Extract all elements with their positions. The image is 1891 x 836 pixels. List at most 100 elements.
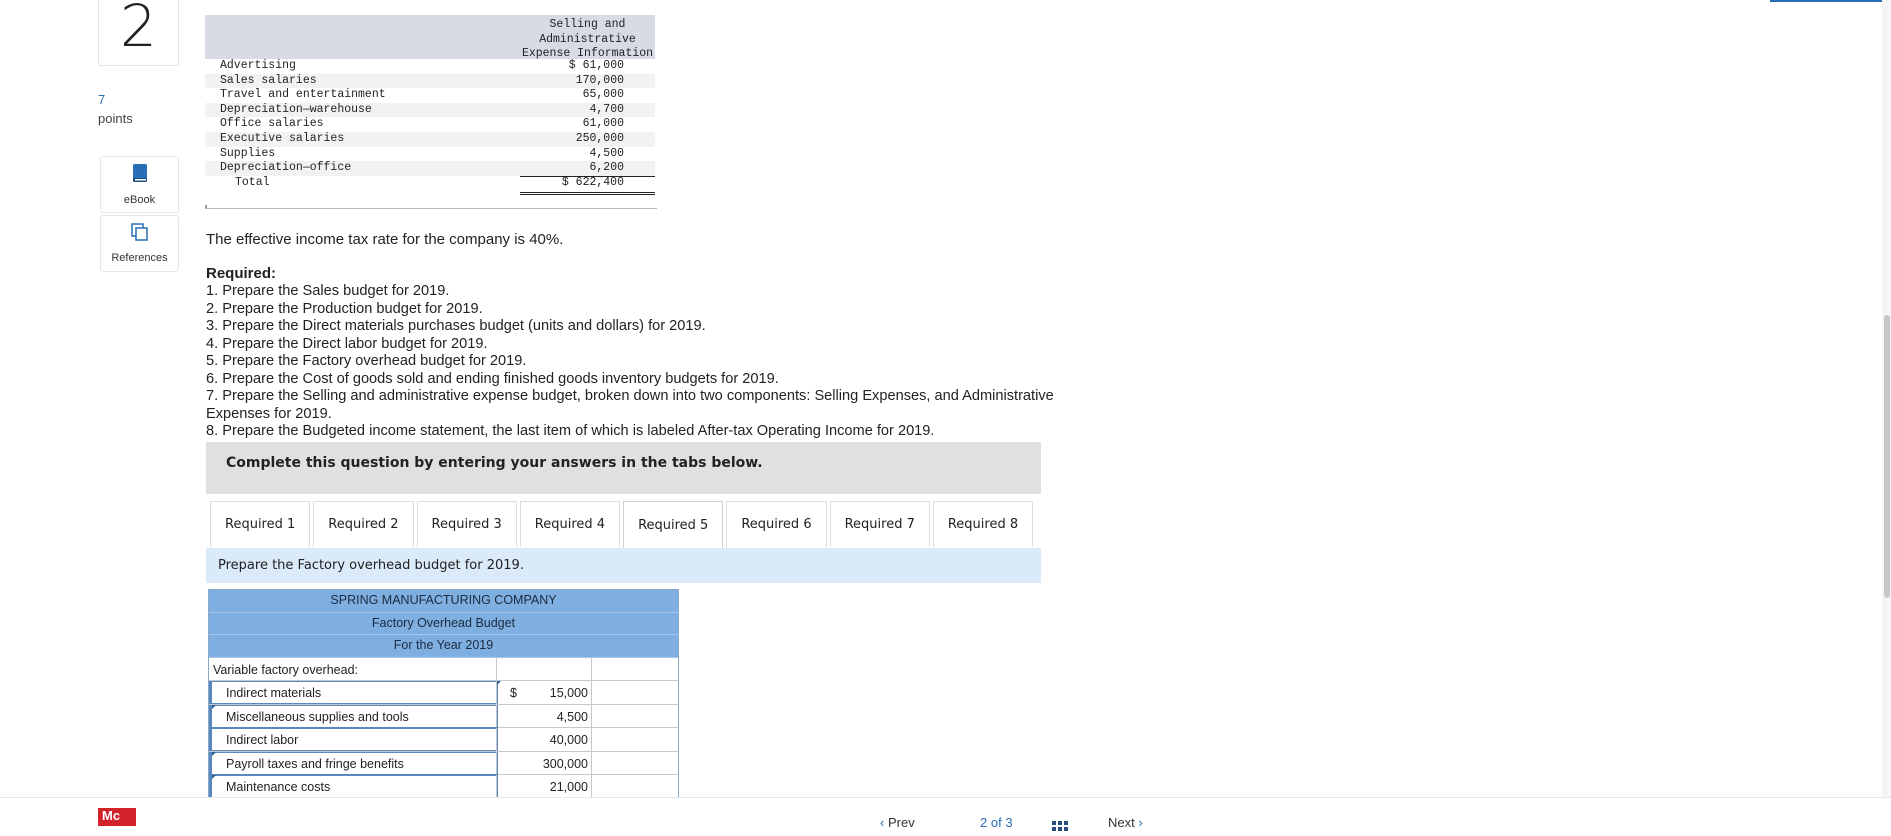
sa-expense-table: Selling and Administrative Expense Infor… bbox=[205, 15, 655, 195]
points-label: points bbox=[98, 111, 133, 126]
prev-button[interactable]: ‹ Prev bbox=[880, 815, 915, 830]
section-row: Variable factory overhead: bbox=[209, 657, 678, 681]
top-progress-line bbox=[1770, 0, 1885, 2]
table-row: Travel and entertainment 65,000 bbox=[205, 88, 655, 103]
item-value: 21,000 bbox=[549, 780, 588, 794]
ebook-label: eBook bbox=[123, 194, 156, 206]
sa-row-label: Supplies bbox=[220, 146, 276, 160]
references-label: References bbox=[111, 252, 168, 264]
instructions-text: Complete this question by entering your … bbox=[226, 455, 763, 471]
item-label: Indirect labor bbox=[226, 733, 299, 747]
budget-title: Factory Overhead Budget bbox=[209, 612, 678, 635]
sa-row-label: Depreciation—office bbox=[220, 161, 352, 175]
item-value: 4,500 bbox=[556, 709, 588, 724]
instructions-banner: Complete this question by entering your … bbox=[206, 442, 1041, 494]
item-label-input[interactable]: Payroll taxes and fringe benefits bbox=[209, 751, 498, 775]
table-row: Sales salaries 170,000 bbox=[205, 73, 655, 89]
table-row: Office salaries 61,000 bbox=[205, 117, 655, 132]
sa-total-amount: $ 622,400 bbox=[561, 175, 624, 189]
sa-row-label: Office salaries bbox=[220, 117, 324, 131]
tab-required-5[interactable]: Required 5 bbox=[623, 501, 724, 549]
table-row: Depreciation—office 6,200 bbox=[205, 161, 655, 176]
sa-row-label: Travel and entertainment bbox=[220, 88, 386, 102]
item-value: 15,000 bbox=[549, 686, 588, 700]
scrollbar-thumb[interactable] bbox=[1884, 315, 1890, 598]
item-label-input[interactable]: Miscellaneous supplies and tools bbox=[209, 704, 498, 728]
item-label: Indirect materials bbox=[226, 686, 322, 700]
list-item: 1. Prepare the Sales budget for 2019. bbox=[206, 283, 450, 299]
item-label: Maintenance costs bbox=[226, 780, 331, 794]
sa-row-amount: 4,500 bbox=[589, 146, 624, 160]
references-button[interactable]: References bbox=[100, 215, 179, 272]
tab-prompt-banner: Prepare the Factory overhead budget for … bbox=[206, 548, 1041, 583]
grid-icon[interactable] bbox=[1052, 818, 1070, 836]
required-heading: Required: bbox=[206, 265, 277, 282]
required-tabs: Required 1 Required 2 Required 3 Require… bbox=[210, 501, 1036, 549]
prev-label: Prev bbox=[887, 815, 915, 830]
sa-row-amount: 65,000 bbox=[582, 88, 624, 102]
sa-header-line: Selling and bbox=[549, 18, 626, 31]
sa-table-header: Selling and Administrative Expense Infor… bbox=[205, 15, 655, 60]
sa-row-amount: 250,000 bbox=[575, 131, 624, 145]
tab-prompt-text: Prepare the Factory overhead budget for … bbox=[218, 558, 524, 573]
page-total: 3 bbox=[1005, 815, 1013, 830]
tab-required-3[interactable]: Required 3 bbox=[416, 501, 517, 547]
table-row: Maintenance costs 21,000 bbox=[209, 775, 678, 798]
item-label-input[interactable]: Indirect labor bbox=[209, 728, 498, 751]
table-row: Miscellaneous supplies and tools 4,500 bbox=[209, 704, 678, 728]
tab-required-4[interactable]: Required 4 bbox=[519, 501, 621, 547]
question-number: 2 bbox=[98, 0, 179, 66]
item-label: Miscellaneous supplies and tools bbox=[226, 709, 409, 724]
tax-rate-text: The effective income tax rate for the co… bbox=[206, 231, 564, 248]
book-icon bbox=[131, 163, 149, 188]
table-row: Indirect labor 40,000 bbox=[209, 728, 678, 752]
sa-row-label: Depreciation—warehouse bbox=[220, 102, 372, 116]
company-name: SPRING MANUFACTURING COMPANY bbox=[209, 590, 678, 613]
sa-header-line: Administrative bbox=[539, 32, 636, 46]
table-row: Indirect materials $ 15,000 bbox=[209, 681, 678, 705]
required-list: 1. Prepare the Sales budget for 2019. 2.… bbox=[206, 283, 1106, 441]
next-label: Next bbox=[1108, 815, 1135, 830]
page-indicator[interactable]: 2 of 3 bbox=[980, 815, 1013, 830]
list-item: 5. Prepare the Factory overhead budget f… bbox=[206, 353, 527, 369]
sa-row-amount: 61,000 bbox=[582, 117, 624, 131]
list-item: 6. Prepare the Cost of goods sold and en… bbox=[206, 370, 779, 387]
sa-row-label: Executive salaries bbox=[220, 131, 345, 145]
list-item: 4. Prepare the Direct labor budget for 2… bbox=[206, 335, 488, 352]
sa-row-amount: 170,000 bbox=[575, 73, 624, 87]
tab-required-7[interactable]: Required 7 bbox=[829, 501, 930, 547]
copy-pages-icon bbox=[130, 223, 149, 246]
table-divider bbox=[205, 205, 657, 209]
chevron-left-icon: ‹ bbox=[880, 815, 885, 830]
page-current: 2 bbox=[980, 815, 988, 830]
list-item: 7. Prepare the Selling and administrativ… bbox=[206, 388, 1054, 422]
table-row: Executive salaries 250,000 bbox=[205, 131, 655, 147]
list-item: 2. Prepare the Production budget for 201… bbox=[206, 300, 483, 317]
footer-bar bbox=[0, 797, 1891, 827]
sa-total-row: Total $ 622,400 bbox=[205, 175, 655, 195]
sa-row-label: Sales salaries bbox=[220, 73, 317, 87]
sa-total-label: Total bbox=[235, 175, 270, 189]
section-label: Variable factory overhead: bbox=[213, 662, 358, 677]
item-label-input[interactable]: Maintenance costs bbox=[209, 775, 498, 798]
list-item: 8. Prepare the Budgeted income statement… bbox=[206, 423, 935, 439]
ebook-button[interactable]: eBook bbox=[100, 156, 179, 213]
tab-required-6[interactable]: Required 6 bbox=[726, 501, 827, 547]
factory-overhead-budget-table: SPRING MANUFACTURING COMPANY Factory Ove… bbox=[208, 589, 679, 799]
sa-row-amount: $ 61,000 bbox=[568, 59, 624, 72]
tab-required-1[interactable]: Required 1 bbox=[210, 501, 311, 547]
list-item: 3. Prepare the Direct materials purchase… bbox=[206, 318, 706, 334]
tab-required-8[interactable]: Required 8 bbox=[932, 501, 1034, 547]
page-of: of bbox=[990, 815, 1002, 830]
sa-row-amount: 6,200 bbox=[589, 161, 624, 175]
table-row: Supplies 4,500 bbox=[205, 147, 655, 162]
item-label-input[interactable]: Indirect materials bbox=[209, 681, 498, 704]
table-row: Advertising $ 61,000 bbox=[205, 59, 655, 74]
tab-required-2[interactable]: Required 2 bbox=[313, 501, 414, 547]
budget-period: For the Year 2019 bbox=[209, 635, 678, 658]
sa-row-amount: 4,700 bbox=[589, 102, 624, 116]
item-label: Payroll taxes and fringe benefits bbox=[226, 756, 404, 771]
chevron-right-icon: › bbox=[1138, 815, 1143, 830]
item-value: 40,000 bbox=[549, 733, 588, 747]
next-button[interactable]: Next › bbox=[1108, 815, 1143, 830]
